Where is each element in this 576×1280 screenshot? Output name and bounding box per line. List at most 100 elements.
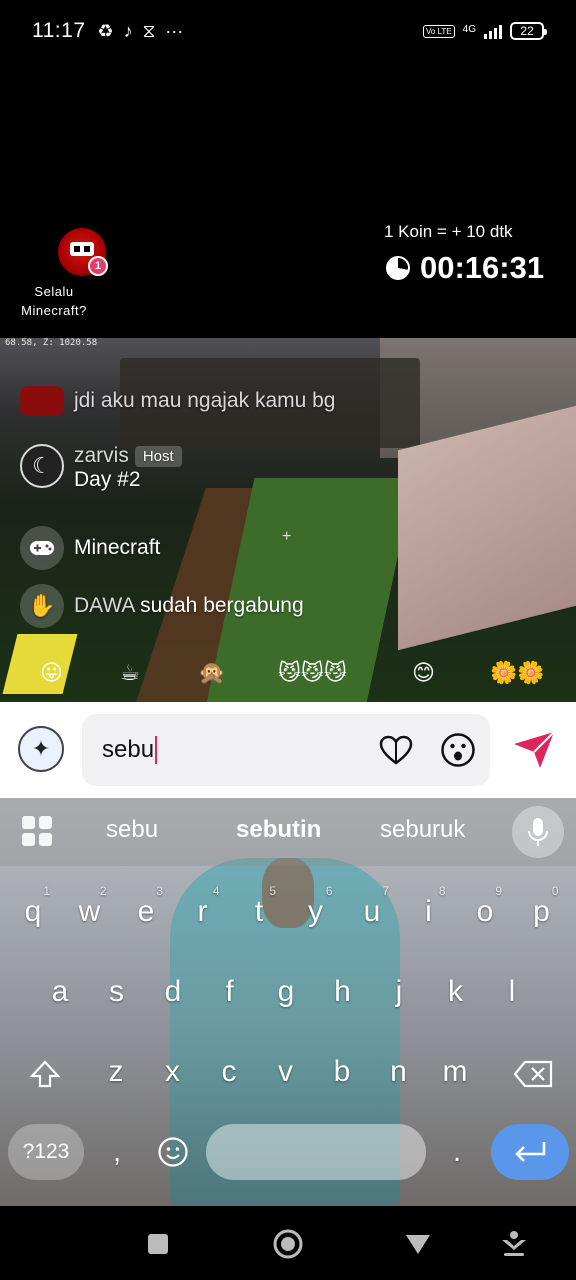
triangle-icon: [406, 1235, 430, 1254]
key-w[interactable]: 2w: [63, 880, 117, 944]
home-button[interactable]: [272, 1228, 304, 1260]
keyboard: sebu sebutin seburuk 1q2w3e4r5t6y7u8i9o0…: [0, 798, 576, 1206]
comment-input[interactable]: sebu: [82, 714, 490, 786]
key-n[interactable]: n: [372, 1040, 426, 1104]
mic-icon: [528, 818, 548, 846]
key-f[interactable]: f: [203, 960, 257, 1024]
key-number-hint: 1: [43, 884, 50, 898]
live-stream-video[interactable]: 68.58, Z: 1020.58 + jdi aku mau ngajak k…: [0, 338, 576, 702]
chat-message[interactable]: jdi aku mau ngajak kamu bg: [20, 386, 336, 416]
key-t[interactable]: 5t: [232, 880, 286, 944]
gift-item[interactable]: 😼😼😼: [278, 660, 347, 686]
keyboard-hide-button[interactable]: [498, 1228, 530, 1260]
game-scene-block: [398, 405, 576, 651]
capcut-icon: ⧖: [142, 20, 156, 41]
key-p[interactable]: 0p: [515, 880, 569, 944]
key-d[interactable]: d: [146, 960, 200, 1024]
key-h[interactable]: h: [316, 960, 370, 1024]
key-s[interactable]: s: [90, 960, 144, 1024]
key-z[interactable]: z: [89, 1040, 143, 1104]
key-q[interactable]: 1q: [6, 880, 60, 944]
gift-item[interactable]: 🙊: [198, 660, 225, 686]
channel-name-line1: Selalu: [34, 284, 74, 299]
keyboard-apps-icon[interactable]: [22, 816, 52, 846]
heart-button[interactable]: [376, 730, 416, 770]
key-letter: r: [197, 895, 208, 928]
chat-join: DAWA sudah bergabung: [74, 594, 304, 618]
chat-message[interactable]: ☾ zarvis Host Day #2: [20, 444, 182, 492]
ai-sparkle-button[interactable]: ✦: [18, 726, 64, 772]
key-o[interactable]: 9o: [458, 880, 512, 944]
chat-text: jdi aku mau ngajak kamu bg: [74, 389, 336, 412]
chat-message[interactable]: ✋ DAWA sudah bergabung: [20, 584, 304, 628]
host-avatar[interactable]: 1: [58, 228, 108, 276]
key-number-hint: 8: [438, 884, 446, 898]
key-number-hint: 9: [495, 884, 502, 898]
key-c[interactable]: c: [202, 1040, 256, 1104]
key-u[interactable]: 7u: [345, 880, 399, 944]
key-l[interactable]: l: [485, 960, 539, 1024]
backspace-key[interactable]: [500, 1042, 566, 1106]
key-r[interactable]: 4r: [176, 880, 230, 944]
backspace-icon: [513, 1060, 553, 1088]
key-letter: y: [308, 895, 323, 928]
chat-username: DAWA: [74, 594, 135, 617]
key-m[interactable]: m: [428, 1040, 482, 1104]
countdown-timer: 00:16:31: [386, 250, 544, 286]
recents-button[interactable]: [142, 1228, 174, 1260]
key-x[interactable]: x: [146, 1040, 200, 1104]
channel-name-line2: Minecraft?: [21, 303, 87, 318]
key-b[interactable]: b: [315, 1040, 369, 1104]
suggestion-bar: sebu sebutin seburuk: [0, 798, 576, 866]
refresh-icon: ♻: [97, 20, 114, 41]
key-number-hint: 5: [269, 884, 276, 898]
period-key[interactable]: .: [430, 1120, 484, 1184]
shift-key[interactable]: [10, 1042, 80, 1106]
suggestion[interactable]: sebu: [106, 816, 158, 844]
key-v[interactable]: v: [259, 1040, 313, 1104]
moon-avatar-icon: ☾: [20, 444, 64, 488]
wave-hand-icon: ✋: [20, 584, 64, 628]
chat-message[interactable]: Minecraft: [20, 526, 160, 570]
send-icon: [514, 731, 555, 768]
suggestion[interactable]: seburuk: [380, 816, 465, 844]
symbols-key[interactable]: ?123: [8, 1124, 84, 1180]
chat-text: Minecraft: [74, 536, 161, 559]
key-letter: o: [476, 895, 494, 928]
comma-key[interactable]: ,: [90, 1120, 144, 1184]
gift-strip: 😛 ☕ 🙊 😼😼😼 😊 🌼🌼: [0, 646, 576, 702]
emoji-button[interactable]: [438, 730, 478, 770]
signal-icon: [484, 23, 502, 39]
status-bar: 11:17 ♻ ♪ ⧖ ··· Vo LTE 4G 22: [0, 0, 576, 62]
gift-item[interactable]: 😛: [40, 660, 63, 686]
suggestion-primary[interactable]: sebutin: [236, 816, 321, 844]
key-j[interactable]: j: [372, 960, 426, 1024]
key-e[interactable]: 3e: [119, 880, 173, 944]
chat-text: Day #2: [74, 468, 141, 491]
emoji-key[interactable]: [146, 1120, 200, 1184]
channel-name[interactable]: Selalu Minecraft?: [12, 282, 96, 320]
chat-text: sudah bergabung: [140, 594, 304, 617]
live-header: 1 Selalu Minecraft? 1 Koin = + 10 dtk 00…: [0, 62, 576, 338]
key-g[interactable]: g: [259, 960, 313, 1024]
key-y[interactable]: 6y: [289, 880, 343, 944]
surprised-face-icon: [441, 733, 475, 767]
key-number-hint: 0: [551, 884, 559, 898]
mic-button[interactable]: [512, 806, 564, 858]
gift-item[interactable]: 😊: [412, 660, 435, 686]
smile-icon: [158, 1137, 188, 1167]
timer-value: 00:16:31: [420, 250, 545, 285]
key-a[interactable]: a: [33, 960, 87, 1024]
back-button[interactable]: [402, 1228, 434, 1260]
sparkle-icon: ✦: [31, 736, 51, 761]
send-button[interactable]: [510, 728, 558, 772]
gift-item[interactable]: ☕: [120, 660, 140, 686]
key-k[interactable]: k: [429, 960, 483, 1024]
keyboard-hide-icon: [502, 1231, 526, 1256]
space-key[interactable]: [206, 1124, 426, 1180]
key-i[interactable]: 8i: [402, 880, 456, 944]
gift-item[interactable]: 🌼🌼: [490, 660, 545, 686]
enter-key[interactable]: [491, 1124, 569, 1180]
battery-icon: 22: [510, 22, 547, 40]
chat-avatar: [20, 386, 64, 416]
